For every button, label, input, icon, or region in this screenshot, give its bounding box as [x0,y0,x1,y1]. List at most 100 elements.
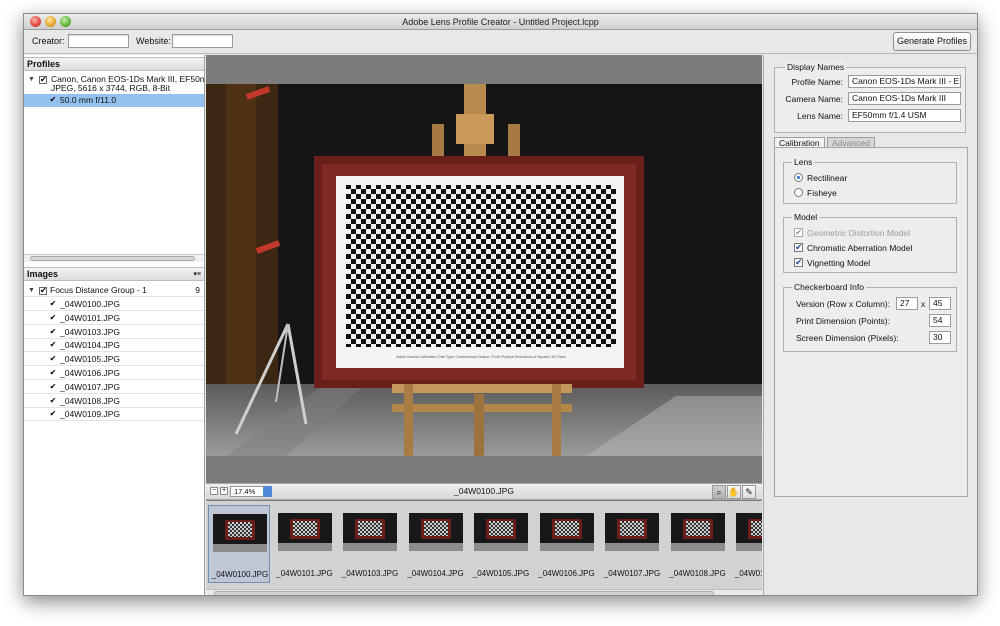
image-checkbox[interactable]: ✔ [49,369,57,378]
calibration-pane: Lens Rectilinear Fisheye Model ✔ Geometr… [774,147,968,497]
image-list-item[interactable]: ✔ _04W0107.JPG [24,381,204,394]
thumbnail-image [213,514,267,552]
thumbnail-board [685,521,710,536]
thumbnail-label: _04W0100.JPG [211,570,269,579]
profile-subitem-label: 50.0 mm f/11.0 [60,95,117,105]
image-list-item[interactable]: ✔ _04W0100.JPG [24,298,204,311]
website-label: Website: [136,36,171,46]
close-window-icon[interactable] [30,16,41,27]
image-checkbox[interactable]: ✔ [49,396,57,406]
vignetting-checkbox[interactable]: ✔ [794,258,803,267]
camera-name-label: Camera Name: [785,94,843,104]
preview-image[interactable]: Adobe Camera Calibration Chart Type: Che… [206,84,762,456]
image-group-row[interactable]: ▼ ✔ Focus Distance Group - 1 9 [24,284,204,297]
website-input[interactable] [172,34,233,48]
lens-name-label: Lens Name: [797,111,843,121]
geometric-distortion-checkbox[interactable]: ✔ [794,228,803,237]
app-window: Adobe Lens Profile Creator - Untitled Pr… [23,13,978,596]
thumbnail-image [736,513,762,551]
thumbnail-board [228,522,252,537]
image-checkbox[interactable]: ✔ [49,313,57,323]
profiles-scroll-thumb[interactable] [30,256,195,261]
filmstrip-thumbnail[interactable]: _04W0108.JPG [667,505,729,583]
fisheye-radio[interactable] [794,188,803,197]
filmstrip-scrollbar[interactable] [206,589,762,595]
image-list-item[interactable]: ✔ _04W0109.JPG [24,408,204,422]
display-names-box: Display Names Profile Name: Canon EOS-1D… [774,62,966,133]
columns-field[interactable]: 45 [929,297,951,310]
filmstrip-thumbnail[interactable]: _04W0104.JPG [405,505,467,583]
thumbnail-floor [408,543,463,551]
image-checkbox[interactable]: ✔ [49,327,57,337]
rectilinear-radio[interactable] [794,173,803,182]
filmstrip-thumbnail[interactable]: _04W0109.JPG [732,505,762,583]
panel-menu-icon[interactable]: ▾≡ [193,268,201,281]
image-filename: _04W0109.JPG [60,409,121,420]
image-filename: _04W0107.JPG [60,381,121,392]
image-list-item[interactable]: ✔ _04W0101.JPG [24,312,204,325]
filmstrip: _04W0100.JPG _04W0101.JPG _04W0103.JPG _04W… [206,501,762,589]
image-filename: _04W0108.JPG [60,395,121,406]
window-title: Adobe Lens Profile Creator - Untitled Pr… [402,17,599,27]
thumbnail-board [423,521,448,536]
chart-caption-text: Adobe Camera Calibration Chart Type: Che… [396,355,566,359]
eyedropper-icon[interactable]: ✎ [742,485,756,499]
filmstrip-scroll-thumb[interactable] [214,591,714,595]
image-filename: _04W0100.JPG [60,299,121,309]
filmstrip-thumbnail[interactable]: _04W0107.JPG [601,505,663,583]
image-list-item[interactable]: ✔ _04W0104.JPG [24,339,204,353]
thumbnail-label: _04W0104.JPG [407,569,464,578]
filmstrip-thumbnail[interactable]: _04W0105.JPG [470,505,532,583]
filmstrip-thumbnail[interactable]: _04W0106.JPG [536,505,598,583]
image-checkbox[interactable]: ✔ [49,355,57,364]
filmstrip-thumbnail[interactable]: _04W0103.JPG [339,505,401,583]
thumbnail-board [554,521,579,536]
group-checkbox[interactable]: ✔ [39,287,47,295]
checkerboard-legend: Checkerboard Info [792,282,866,292]
image-checkbox[interactable]: ✔ [49,300,57,309]
profile-subitem[interactable]: ✔ 50.0 mm f/11.0 [24,94,204,107]
image-list-item[interactable]: ✔ _04W0105.JPG [24,353,204,367]
right-panel: Display Names Profile Name: Canon EOS-1D… [763,55,977,595]
rectilinear-label: Rectilinear [807,173,848,183]
thumbnail-label: _04W0105.JPG [472,569,530,578]
filmstrip-thumbnail[interactable]: _04W0101.JPG [274,505,336,583]
profiles-horizontal-scrollbar[interactable] [24,254,204,262]
fisheye-label: Fisheye [807,188,837,198]
images-header-label: Images [27,269,59,279]
zoom-window-icon[interactable] [60,16,71,27]
thumbnail-floor [343,543,397,551]
filmstrip-thumbnail[interactable]: _04W0100.JPG [208,505,270,583]
camera-name-field[interactable]: Canon EOS-1Ds Mark III [848,92,961,105]
image-checkbox[interactable]: ✔ [49,382,57,392]
print-dimension-label: Print Dimension (Points): [796,316,891,326]
image-checkbox[interactable]: ✔ [49,341,57,350]
image-list-item[interactable]: ✔ _04W0103.JPG [24,326,204,339]
thumbnail-image [605,513,659,551]
checkerboard-box: Checkerboard Info Version (Row x Column)… [783,282,957,352]
image-filename: _04W0104.JPG [60,340,121,351]
current-image-name: _04W0100.JPG [453,486,514,496]
magnifier-icon[interactable]: ⌕ [712,485,726,499]
print-dimension-field[interactable]: 54 [929,314,951,327]
group-disclosure-icon[interactable]: ▼ [28,284,35,296]
profile-name-field[interactable]: Canon EOS-1Ds Mark III - EF50 [848,75,961,88]
image-list-item[interactable]: ✔ _04W0106.JPG [24,367,204,380]
vignetting-label: Vignetting Model [807,258,871,268]
rows-field[interactable]: 27 [896,297,918,310]
screen-dimension-field[interactable]: 30 [929,331,951,344]
thumbnail-floor [605,543,659,551]
generate-profiles-button[interactable]: Generate Profiles [893,32,971,51]
subitem-checkbox[interactable]: ✔ [49,96,57,105]
image-checkbox[interactable]: ✔ [49,410,57,419]
model-legend: Model [792,212,820,222]
image-list-item[interactable]: ✔ _04W0108.JPG [24,395,204,408]
creator-label: Creator: [32,36,65,46]
creator-input[interactable] [68,34,129,48]
thumbnail-image [408,513,463,551]
lens-name-field[interactable]: EF50mm f/1.4 USM [848,109,961,122]
chromatic-aberration-label: Chromatic Aberration Model [807,243,913,253]
minimize-window-icon[interactable] [45,16,56,27]
chromatic-aberration-checkbox[interactable]: ✔ [794,243,803,252]
hand-tool-icon[interactable]: ✋ [727,485,741,499]
